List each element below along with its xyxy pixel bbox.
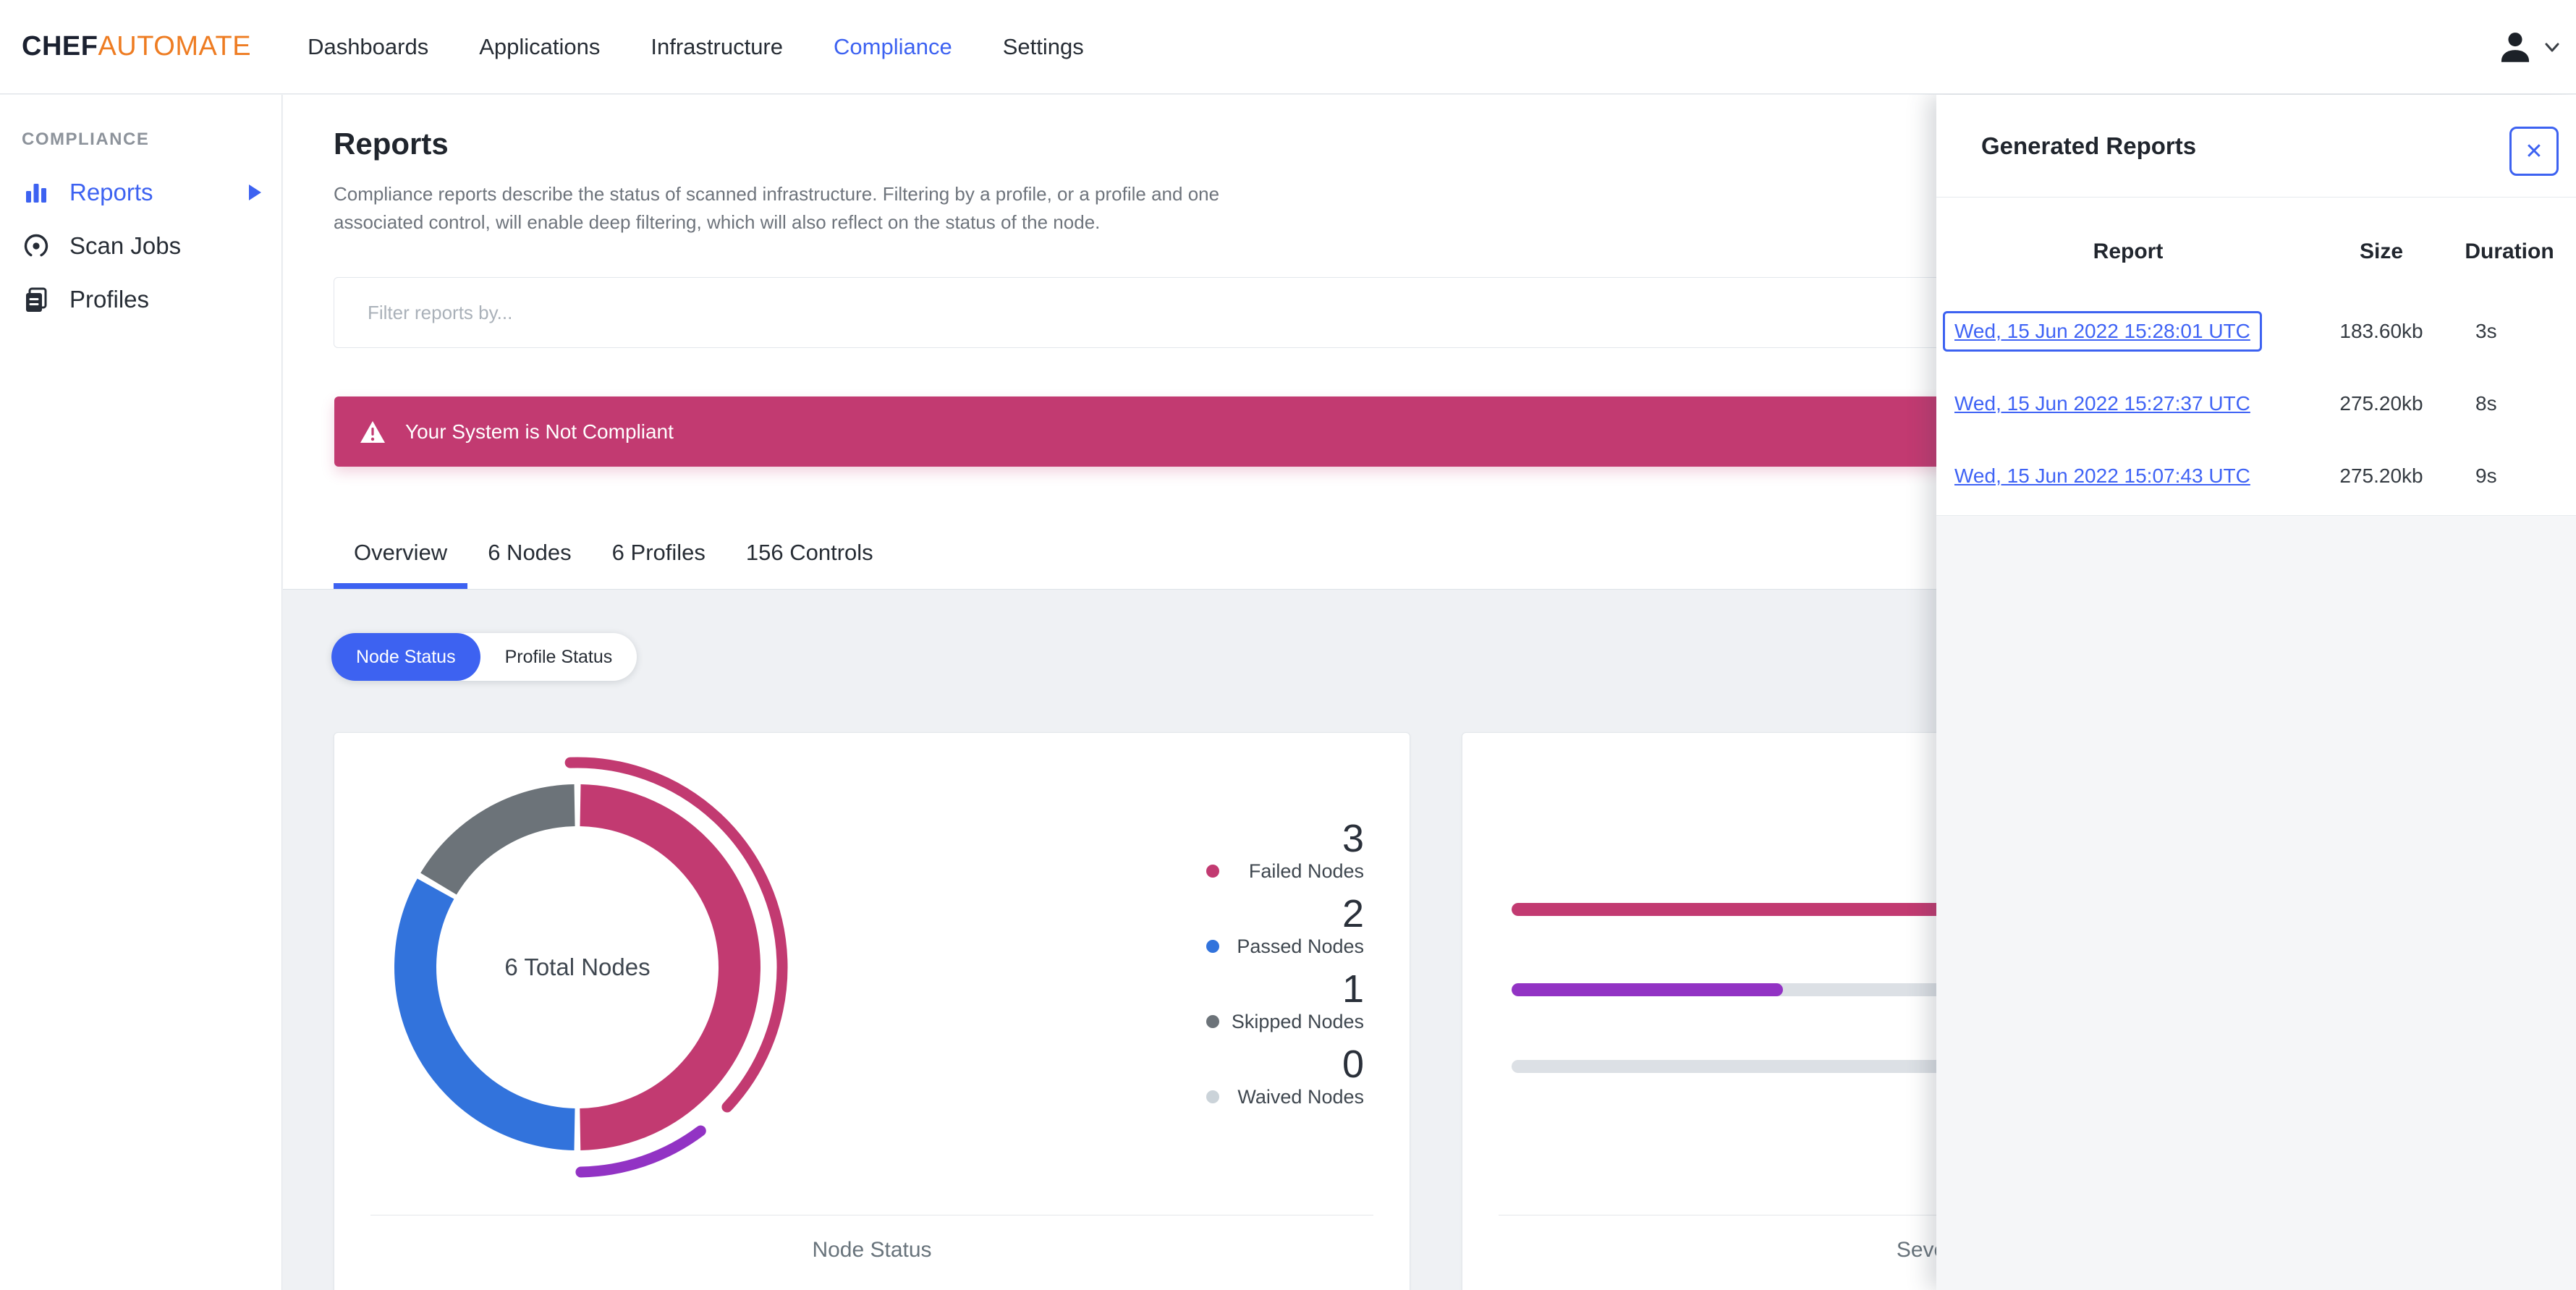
user-menu-button[interactable] [2496, 28, 2562, 66]
panel-divider [1936, 197, 2576, 198]
top-navigation: CHEFAUTOMATE Dashboards Applications Inf… [0, 0, 2576, 94]
reports-table-body: Wed, 15 Jun 2022 15:28:01 UTC 183.60kb 3… [1936, 295, 2576, 512]
logo-automate: AUTOMATE [98, 31, 252, 61]
skipped-dot-icon [1206, 1015, 1219, 1028]
legend-item-waived: 0 Waived Nodes [1206, 1044, 1364, 1108]
failed-count: 3 [1342, 817, 1364, 860]
waived-count: 0 [1342, 1043, 1364, 1086]
close-panel-button[interactable]: ✕ [2509, 127, 2559, 176]
status-toggle-group: Node Status Profile Status [331, 633, 637, 681]
table-row: Wed, 15 Jun 2022 15:27:37 UTC 275.20kb 8… [1936, 368, 2576, 440]
report-duration: 8s [2475, 392, 2497, 415]
report-link[interactable]: Wed, 15 Jun 2022 15:07:43 UTC [1954, 464, 2250, 487]
reports-table-header: Report Size Duration [1936, 232, 2576, 271]
report-duration: 9s [2475, 464, 2497, 487]
sidebar-item-scan-jobs[interactable]: Scan Jobs [0, 222, 281, 270]
nav-item-dashboards[interactable]: Dashboards [308, 34, 428, 60]
close-icon: ✕ [2525, 139, 2543, 164]
passed-count: 2 [1342, 892, 1364, 935]
table-row: Wed, 15 Jun 2022 15:07:43 UTC 275.20kb 9… [1936, 440, 2576, 512]
failed-dot-icon [1206, 865, 1219, 878]
node-status-card-title: Node Status [812, 1238, 932, 1262]
sidebar-item-reports[interactable]: Reports [0, 169, 281, 216]
submenu-arrow-icon [249, 184, 261, 200]
nav-item-settings[interactable]: Settings [1003, 34, 1084, 60]
skipped-count: 1 [1342, 967, 1364, 1011]
nav-item-compliance[interactable]: Compliance [834, 34, 952, 60]
panel-title: Generated Reports [1981, 132, 2197, 159]
sidebar-item-label: Profiles [69, 286, 150, 313]
profile-status-toggle[interactable]: Profile Status [480, 633, 637, 681]
warning-triangle-icon [360, 420, 385, 443]
bar-chart-icon [26, 184, 46, 203]
user-avatar-icon [2501, 32, 2530, 62]
nav-item-applications[interactable]: Applications [479, 34, 600, 60]
passed-dot-icon [1206, 940, 1219, 953]
waived-label: Waived Nodes [1237, 1086, 1364, 1108]
main-nav: Dashboards Applications Infrastructure C… [308, 34, 1084, 60]
sidebar-item-label: Scan Jobs [69, 232, 182, 259]
sidebar-item-label: Reports [69, 179, 153, 205]
node-status-legend: 3 Failed Nodes 2 Passed Nodes 1 Skipped … [1206, 818, 1364, 1119]
tab-profiles[interactable]: 6 Profiles [592, 540, 726, 589]
profiles-documents-icon [26, 287, 47, 312]
tab-overview[interactable]: Overview [334, 540, 468, 589]
sidebar-item-profiles[interactable]: Profiles [0, 276, 281, 323]
failed-label: Failed Nodes [1248, 860, 1364, 882]
sidebar-section-label: COMPLIANCE [22, 130, 150, 149]
legend-item-skipped: 1 Skipped Nodes [1206, 969, 1364, 1032]
report-duration: 3s [2475, 320, 2497, 342]
alert-text: Your System is Not Compliant [405, 420, 674, 443]
node-status-card: 6 Total Nodes 3 Failed Nodes 2 Passed No… [334, 732, 1410, 1290]
legend-item-failed: 3 Failed Nodes [1206, 818, 1364, 882]
legend-item-passed: 2 Passed Nodes [1206, 894, 1364, 957]
passed-label: Passed Nodes [1237, 935, 1364, 957]
chef-automate-app: CHEFAUTOMATE Dashboards Applications Inf… [0, 0, 2576, 1290]
waived-dot-icon [1206, 1090, 1219, 1103]
node-status-toggle[interactable]: Node Status [331, 633, 480, 681]
report-link[interactable]: Wed, 15 Jun 2022 15:28:01 UTC [1954, 320, 2250, 342]
focused-report-link-ring: Wed, 15 Jun 2022 15:28:01 UTC [1943, 311, 2262, 352]
report-size: 275.20kb [2339, 392, 2423, 415]
page-description: Compliance reports describe the status o… [334, 183, 1220, 233]
report-link[interactable]: Wed, 15 Jun 2022 15:27:37 UTC [1954, 392, 2250, 415]
column-header-size: Size [2359, 239, 2404, 263]
nav-item-infrastructure[interactable]: Infrastructure [651, 34, 783, 60]
generated-reports-panel: Generated Reports ✕ Report Size Duration… [1936, 95, 2576, 1290]
report-size: 275.20kb [2339, 464, 2423, 487]
column-header-duration: Duration [2465, 239, 2554, 263]
severity-bar-fill [1512, 983, 1784, 996]
table-row: Wed, 15 Jun 2022 15:28:01 UTC 183.60kb 3… [1936, 295, 2576, 368]
logo-chef: CHEF [22, 31, 98, 61]
chevron-down-icon [2545, 43, 2559, 51]
tab-controls[interactable]: 156 Controls [726, 540, 894, 589]
generated-reports-table-area: Generated Reports ✕ Report Size Duration… [1936, 95, 2576, 516]
report-size: 183.60kb [2339, 320, 2423, 342]
column-header-report: Report [2093, 239, 2164, 263]
tab-nodes[interactable]: 6 Nodes [467, 540, 591, 589]
scanner-target-icon [24, 234, 48, 258]
page-title: Reports [334, 127, 449, 161]
donut-center-label: 6 Total Nodes [504, 954, 651, 980]
compliance-sidebar: COMPLIANCE Reports Scan Jobs Profiles [0, 95, 282, 1290]
chef-automate-logo[interactable]: CHEFAUTOMATE [22, 31, 251, 62]
report-tabs: Overview 6 Nodes 6 Profiles 156 Controls [334, 540, 894, 589]
skipped-label: Skipped Nodes [1231, 1011, 1364, 1032]
